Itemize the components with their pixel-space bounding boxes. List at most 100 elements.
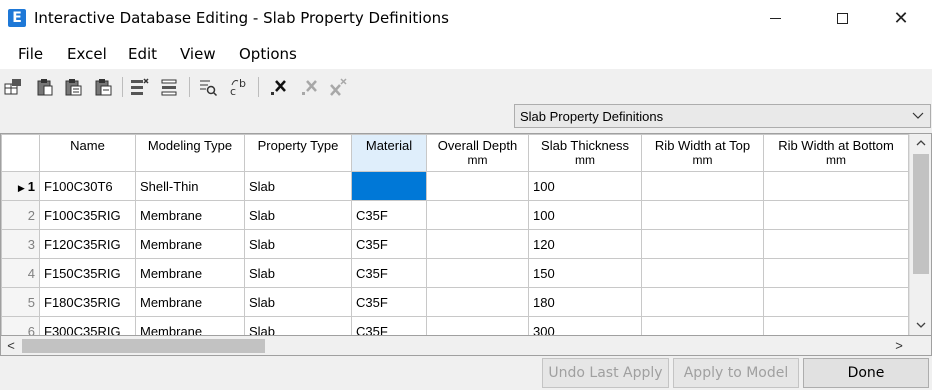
table-cell[interactable]	[426, 171, 529, 201]
menu-excel[interactable]: Excel	[67, 45, 107, 63]
clipboard-paste-icon[interactable]	[35, 77, 55, 97]
table-cell[interactable]	[641, 171, 764, 201]
table-export-icon[interactable]	[3, 77, 23, 97]
table-cell[interactable]: 150	[528, 258, 642, 288]
replace-icon[interactable]: c b	[229, 77, 249, 97]
table-cell[interactable]: F120C35RIG	[39, 229, 136, 259]
table-selector-dropdown[interactable]: Slab Property Definitions	[514, 104, 931, 128]
menu-file[interactable]: File	[18, 45, 43, 63]
table-cell[interactable]: C35F	[351, 258, 427, 288]
table-cell[interactable]: 180	[528, 287, 642, 317]
delete-rows-icon[interactable]	[160, 77, 180, 97]
column-header[interactable]: Slab Thickness mm	[528, 134, 642, 172]
paste-special-icon[interactable]	[63, 77, 83, 97]
add-rows-icon[interactable]	[129, 77, 149, 97]
column-header[interactable]: Name	[39, 134, 136, 172]
table-cell[interactable]: Membrane	[135, 258, 245, 288]
apply-to-model-button[interactable]: Apply to Model	[673, 358, 799, 388]
table-cell[interactable]	[641, 200, 764, 230]
table-cell[interactable]: 120	[528, 229, 642, 259]
table-cell[interactable]: 300	[528, 316, 642, 335]
menu-edit[interactable]: Edit	[128, 45, 157, 63]
table-cell[interactable]: F100C30T6	[39, 171, 136, 201]
find-icon[interactable]	[198, 77, 218, 97]
row-header[interactable]: 6	[1, 316, 40, 335]
row-header[interactable]: 2	[1, 200, 40, 230]
table-cell[interactable]	[763, 200, 909, 230]
undo-last-apply-button[interactable]: Undo Last Apply	[542, 358, 669, 388]
table-cell[interactable]: C35F	[351, 229, 427, 259]
clear-cell-icon[interactable]	[268, 77, 288, 97]
table-cell[interactable]	[641, 316, 764, 335]
table-cell[interactable]	[763, 171, 909, 201]
table-cell[interactable]	[426, 316, 529, 335]
table-cell[interactable]: Membrane	[135, 200, 245, 230]
row-header[interactable]: ▶ 1	[1, 171, 40, 201]
horizontal-scroll-thumb[interactable]	[22, 339, 265, 353]
table-cell[interactable]	[641, 258, 764, 288]
maximize-button[interactable]	[819, 0, 865, 37]
table-cell[interactable]: Membrane	[135, 287, 245, 317]
table-cell[interactable]: Membrane	[135, 229, 245, 259]
table-cell[interactable]	[763, 316, 909, 335]
row-header[interactable]: 4	[1, 258, 40, 288]
table-cell[interactable]: F150C35RIG	[39, 258, 136, 288]
table-cell[interactable]	[641, 229, 764, 259]
toolbar: c b	[0, 69, 932, 103]
vertical-scrollbar[interactable]	[909, 134, 931, 335]
row-header[interactable]: 3	[1, 229, 40, 259]
clear-all-icon[interactable]	[328, 77, 348, 97]
svg-text:c: c	[230, 85, 236, 97]
table-cell[interactable]: C35F	[351, 316, 427, 335]
scroll-down-icon[interactable]	[915, 319, 927, 331]
column-header[interactable]: Material	[351, 134, 427, 172]
table-row: 6 F300C35RIG Membrane Slab C35F 300	[1, 316, 909, 335]
title-bar: E Interactive Database Editing - Slab Pr…	[0, 0, 932, 37]
table-cell[interactable]	[426, 200, 529, 230]
table-cell[interactable]: F100C35RIG	[39, 200, 136, 230]
table-cell[interactable]: Slab	[244, 258, 352, 288]
selected-cell[interactable]	[351, 171, 427, 201]
column-header[interactable]: Modeling Type	[135, 134, 245, 172]
scroll-up-icon[interactable]	[915, 137, 927, 149]
clear-column-icon[interactable]	[299, 77, 319, 97]
table-row: 4 F150C35RIG Membrane Slab C35F 150	[1, 258, 909, 288]
table-cell[interactable]: Slab	[244, 316, 352, 335]
table-cell[interactable]: 100	[528, 200, 642, 230]
table-cell[interactable]: C35F	[351, 200, 427, 230]
table-cell[interactable]	[641, 287, 764, 317]
column-header[interactable]: Property Type	[244, 134, 352, 172]
horizontal-scrollbar[interactable]: < >	[0, 336, 932, 356]
table-cell[interactable]: C35F	[351, 287, 427, 317]
menu-view[interactable]: View	[180, 45, 216, 63]
table-cell[interactable]: 100	[528, 171, 642, 201]
table-cell[interactable]	[763, 229, 909, 259]
scroll-right-icon[interactable]: >	[893, 339, 905, 353]
column-header[interactable]: Rib Width at Top mm	[641, 134, 764, 172]
column-header[interactable]: Rib Width at Bottom mm	[763, 134, 909, 172]
table-cell[interactable]	[763, 287, 909, 317]
table-cell[interactable]: Slab	[244, 287, 352, 317]
minimize-button[interactable]	[752, 0, 798, 37]
done-button[interactable]: Done	[803, 358, 929, 388]
table-cell[interactable]	[426, 287, 529, 317]
paste-append-icon[interactable]	[93, 77, 113, 97]
table-cell[interactable]: Shell-Thin	[135, 171, 245, 201]
table-cell[interactable]: F180C35RIG	[39, 287, 136, 317]
maximize-icon	[836, 13, 848, 24]
table-cell[interactable]: Membrane	[135, 316, 245, 335]
column-header[interactable]: Overall Depth mm	[426, 134, 529, 172]
table-cell[interactable]: F300C35RIG	[39, 316, 136, 335]
table-cell[interactable]	[426, 258, 529, 288]
table-cell[interactable]: Slab	[244, 229, 352, 259]
row-header[interactable]: 5	[1, 287, 40, 317]
scroll-left-icon[interactable]: <	[5, 339, 17, 353]
vertical-scroll-thumb[interactable]	[913, 154, 929, 274]
table-cell[interactable]	[426, 229, 529, 259]
close-button[interactable]: ✕	[878, 0, 924, 37]
table-cell[interactable]: Slab	[244, 200, 352, 230]
table-cell[interactable]: Slab	[244, 171, 352, 201]
table-cell[interactable]	[763, 258, 909, 288]
corner-cell[interactable]	[1, 134, 40, 172]
menu-options[interactable]: Options	[239, 45, 297, 63]
